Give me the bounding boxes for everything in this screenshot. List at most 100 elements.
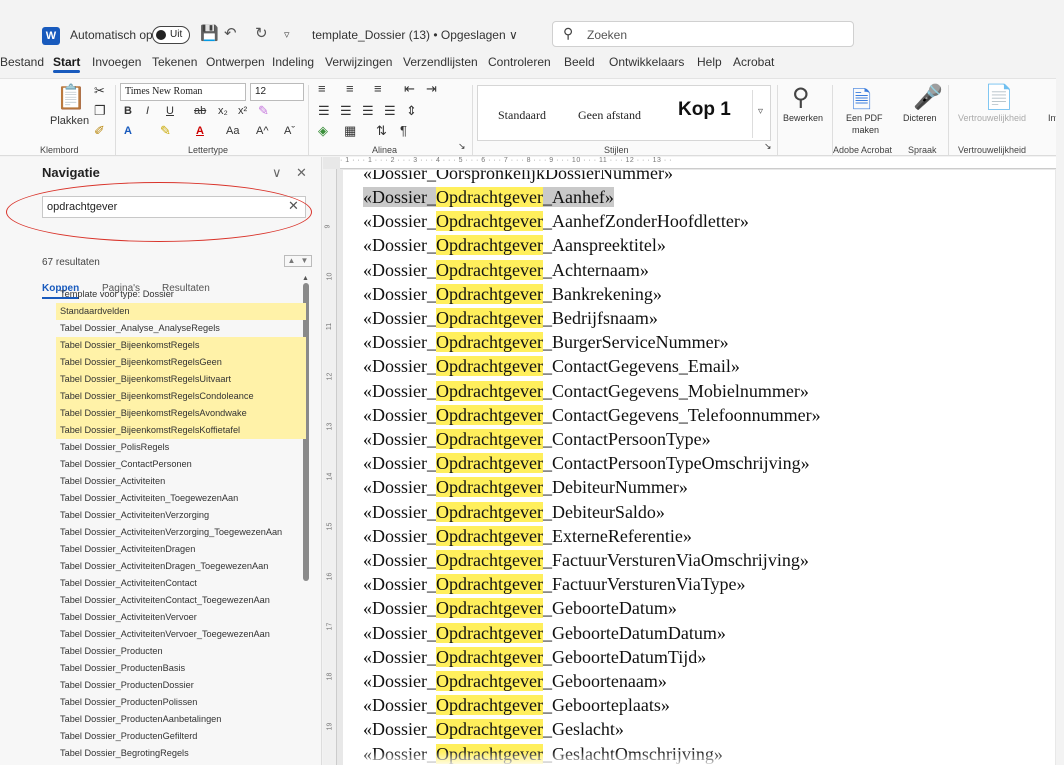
nav-options-icon[interactable]: ∨: [272, 165, 282, 181]
superscript-button[interactable]: x²: [238, 105, 247, 117]
tab-bestand[interactable]: Bestand: [0, 55, 44, 69]
numbering-icon[interactable]: ≡: [346, 81, 354, 96]
nav-heading-item[interactable]: Tabel Dossier_Analyse_AnalyseRegels: [56, 320, 306, 337]
format-painter-icon[interactable]: ✐: [94, 123, 105, 139]
tab-verzendlijsten[interactable]: Verzendlijsten: [403, 55, 478, 69]
nav-heading-item[interactable]: Tabel Dossier_BijeenkomstRegelsUitvaart: [56, 371, 306, 388]
nav-heading-item[interactable]: Tabel Dossier_ProductenBasis: [56, 660, 306, 677]
copy-icon[interactable]: ❐: [94, 103, 106, 119]
font-size-select[interactable]: 12: [250, 83, 304, 101]
styles-more-button[interactable]: ▿: [752, 90, 768, 138]
paste-icon[interactable]: 📋: [56, 83, 86, 112]
tab-indeling[interactable]: Indeling: [272, 55, 314, 69]
tab-ontwerpen[interactable]: Ontwerpen: [206, 55, 265, 69]
borders-icon[interactable]: ▦: [344, 123, 356, 139]
nav-heading-item[interactable]: Tabel Dossier_BijeenkomstRegelsKoffietaf…: [56, 422, 306, 439]
nav-heading-item[interactable]: Tabel Dossier_ContactPersonen: [56, 456, 306, 473]
nav-heading-item[interactable]: Tabel Dossier_ActiviteitenContact_Toegew…: [56, 592, 306, 609]
customize-qat-icon[interactable]: ▿: [284, 28, 290, 41]
style-standaard[interactable]: Standaard: [498, 108, 546, 123]
font-color-button[interactable]: A: [196, 125, 204, 137]
bold-button[interactable]: B: [124, 105, 132, 117]
change-case-button[interactable]: Aa: [226, 125, 239, 137]
dictate-label[interactable]: Dicteren: [903, 113, 937, 123]
nav-heading-item[interactable]: Tabel Dossier_ProductenAanbetalingen: [56, 711, 306, 728]
microphone-icon[interactable]: 🎤: [913, 83, 943, 112]
grow-font-button[interactable]: A^: [256, 125, 269, 137]
nav-heading-item[interactable]: Tabel Dossier_ActiviteitenDragen_Toegewe…: [56, 558, 306, 575]
tab-controleren[interactable]: Controleren: [488, 55, 551, 69]
scroll-up-icon[interactable]: ▲: [302, 275, 309, 282]
tab-ontwikkelaars[interactable]: Ontwikkelaars: [609, 55, 684, 69]
nav-heading-item[interactable]: Template voor type: Dossier: [56, 286, 306, 303]
nav-close-icon[interactable]: ✕: [296, 165, 307, 181]
pdf-label-2[interactable]: maken: [852, 125, 879, 135]
paragraph-launcher-icon[interactable]: ↘: [458, 141, 466, 152]
nav-heading-item[interactable]: Tabel Dossier_ActiviteitenVervoer_Toegew…: [56, 626, 306, 643]
line-spacing-icon[interactable]: ⇕: [406, 103, 417, 119]
shrink-font-button[interactable]: Aˇ: [284, 125, 295, 137]
undo-icon[interactable]: ↶: [224, 24, 237, 42]
tab-beeld[interactable]: Beeld: [564, 55, 595, 69]
styles-launcher-icon[interactable]: ↘: [764, 141, 772, 152]
nav-heading-item[interactable]: Tabel Dossier_BijeenkomstRegelsGeen: [56, 354, 306, 371]
nav-heading-item[interactable]: Tabel Dossier_PolisRegels: [56, 439, 306, 456]
sensitivity-icon[interactable]: 📄: [984, 83, 1014, 112]
increase-indent-icon[interactable]: ⇥: [426, 81, 437, 97]
cut-icon[interactable]: ✂: [94, 83, 105, 99]
nav-heading-item[interactable]: Tabel Dossier_ActiviteitenVerzorging: [56, 507, 306, 524]
search-box[interactable]: ⚲ Zoeken: [552, 21, 854, 47]
document-title[interactable]: template_Dossier (13) • Opgeslagen ∨: [312, 28, 518, 42]
redo-icon[interactable]: ↻: [255, 24, 268, 42]
edit-label[interactable]: Bewerken: [783, 113, 823, 123]
nav-heading-item[interactable]: Standaardvelden: [56, 303, 306, 320]
clear-format-icon[interactable]: ✎: [258, 103, 269, 119]
tab-acrobat[interactable]: Acrobat: [733, 55, 774, 69]
strikethrough-button[interactable]: ab: [194, 105, 206, 117]
pdf-label-1[interactable]: Een PDF: [846, 113, 883, 123]
nav-heading-item[interactable]: Tabel Dossier_ProductenDossier: [56, 677, 306, 694]
tab-invoegen[interactable]: Invoegen: [92, 55, 141, 69]
underline-button[interactable]: U: [166, 105, 174, 117]
style-kop-1[interactable]: Kop 1: [678, 99, 731, 121]
nav-heading-item[interactable]: Tabel Dossier_BijeenkomstRegelsCondolean…: [56, 388, 306, 405]
show-marks-icon[interactable]: ¶: [400, 123, 407, 138]
nav-heading-item[interactable]: Tabel Dossier_Activiteiten: [56, 473, 306, 490]
sensitivity-label[interactable]: Vertrouwelijkheid: [958, 113, 1026, 123]
text-effects-button[interactable]: A: [124, 125, 132, 137]
document-page[interactable]: «Dossier_OorspronkelijkDossierNummer» «D…: [343, 170, 1055, 765]
highlight-color-icon[interactable]: ✎: [160, 123, 171, 139]
nav-heading-item[interactable]: Tabel Dossier_BijeenkomstRegels: [56, 337, 306, 354]
shading-icon[interactable]: ◈: [318, 123, 328, 139]
tab-start[interactable]: Start: [53, 55, 81, 73]
nav-heading-item[interactable]: Tabel Dossier_BijeenkomstRegelsAvondwake: [56, 405, 306, 422]
decrease-indent-icon[interactable]: ⇤: [404, 81, 415, 97]
nav-heading-item[interactable]: Tabel Dossier_ActiviteitenVerzorging_Toe…: [56, 524, 306, 541]
align-center-icon[interactable]: ☰: [340, 103, 352, 119]
multilevel-list-icon[interactable]: ≡: [374, 81, 382, 96]
tab-help[interactable]: Help: [697, 55, 722, 69]
nav-heading-item[interactable]: Tabel Dossier_BegrotingRegels: [56, 745, 306, 762]
nav-heading-item[interactable]: Tabel Dossier_Activiteiten_ToegewezenAan: [56, 490, 306, 507]
bullets-icon[interactable]: ≡: [318, 81, 326, 96]
tab-tekenen[interactable]: Tekenen: [152, 55, 197, 69]
sort-icon[interactable]: ⇅: [376, 123, 387, 139]
nav-heading-item[interactable]: Tabel Dossier_ActiviteitenContact: [56, 575, 306, 592]
italic-button[interactable]: I: [146, 105, 149, 117]
nav-heading-item[interactable]: Tabel Dossier_ActiviteitenVervoer: [56, 609, 306, 626]
autosave-toggle[interactable]: Uit: [152, 26, 190, 44]
save-icon[interactable]: 💾: [200, 24, 219, 42]
nav-heading-item[interactable]: Tabel Dossier_ProductenGefilterd: [56, 728, 306, 745]
align-left-icon[interactable]: ☰: [318, 103, 330, 119]
nav-heading-item[interactable]: Tabel Dossier_ActiviteitenDragen: [56, 541, 306, 558]
subscript-button[interactable]: x₂: [218, 105, 228, 117]
nav-heading-item[interactable]: Tabel Dossier_Producten: [56, 643, 306, 660]
font-name-select[interactable]: Times New Roman: [120, 83, 246, 101]
tab-verwijzingen[interactable]: Verwijzingen: [325, 55, 392, 69]
nav-heading-item[interactable]: Tabel Dossier_ProductenPolissen: [56, 694, 306, 711]
find-icon[interactable]: ⚲: [792, 83, 810, 112]
paste-label[interactable]: Plakken: [50, 115, 89, 127]
style-geen-afstand[interactable]: Geen afstand: [578, 108, 641, 123]
align-right-icon[interactable]: ☰: [362, 103, 374, 119]
justify-icon[interactable]: ☰: [384, 103, 396, 119]
